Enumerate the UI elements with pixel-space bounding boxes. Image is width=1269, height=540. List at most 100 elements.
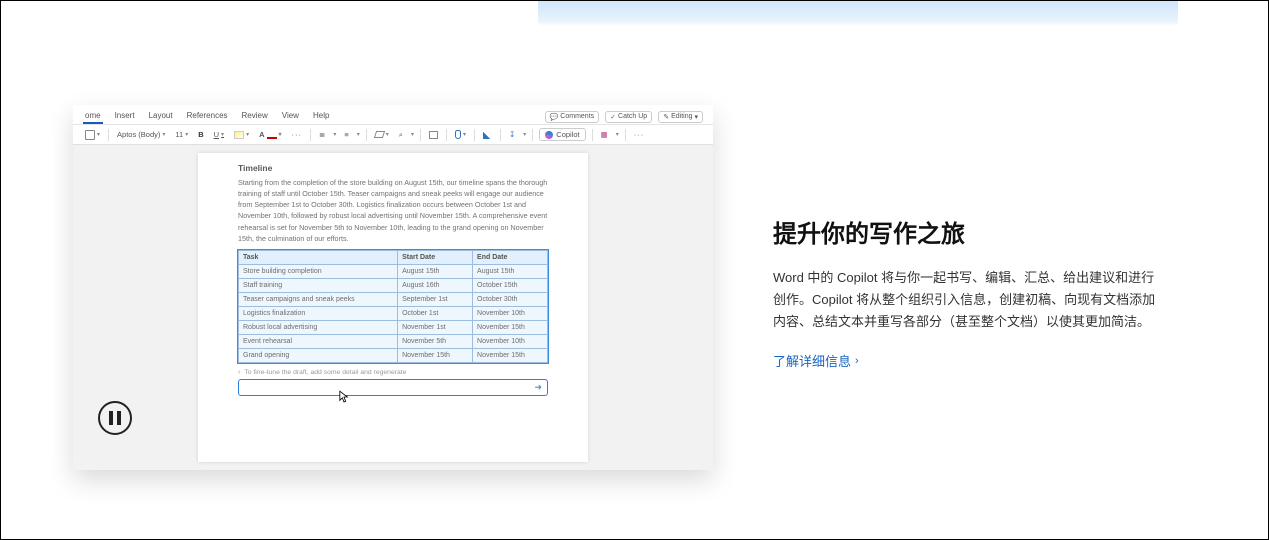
copilot-hint-row: ‹ To fine-tune the draft, add some detai… bbox=[238, 369, 548, 376]
underline-button[interactable]: U▾ bbox=[212, 129, 226, 140]
clear-format-button[interactable]: ▾ bbox=[373, 130, 391, 139]
table-row: Store building completionAugust 15thAugu… bbox=[239, 264, 548, 278]
table-cell: August 16th bbox=[398, 278, 473, 292]
pencil-icon bbox=[663, 113, 669, 121]
back-arrow-icon[interactable]: ‹ bbox=[238, 369, 240, 376]
table-cell: November 1st bbox=[398, 320, 473, 334]
chevron-down-icon: ▾ bbox=[694, 113, 698, 121]
mouse-cursor-icon bbox=[339, 390, 349, 404]
tab-review[interactable]: Review bbox=[240, 109, 270, 124]
pause-bar-icon bbox=[109, 411, 113, 425]
check-icon bbox=[610, 113, 616, 121]
doc-heading: Timeline bbox=[238, 163, 548, 173]
bullets-button[interactable] bbox=[317, 129, 327, 140]
promo-panel: 提升你的写作之旅 Word 中的 Copilot 将与你一起书写、编辑、汇总、给… bbox=[773, 105, 1196, 479]
copilot-button[interactable]: Copilot bbox=[539, 128, 585, 141]
table-cell: October 30th bbox=[473, 292, 548, 306]
align-button[interactable] bbox=[342, 129, 350, 140]
promo-heading: 提升你的写作之旅 bbox=[773, 214, 1166, 249]
table-cell: September 1st bbox=[398, 292, 473, 306]
table-row: Staff trainingAugust 16thOctober 15th bbox=[239, 278, 548, 292]
bold-button[interactable]: B bbox=[196, 129, 205, 140]
chevron-down-icon: ▾ bbox=[386, 131, 389, 138]
table-cell: Event rehearsal bbox=[239, 334, 398, 348]
table-row: Event rehearsalNovember 5thNovember 10th bbox=[239, 334, 548, 348]
pen-button[interactable] bbox=[481, 129, 494, 140]
th-start: Start Date bbox=[398, 250, 473, 264]
font-family-label: Aptos (Body) bbox=[117, 130, 160, 139]
tab-home[interactable]: ome bbox=[83, 109, 103, 124]
font-color-swatch bbox=[267, 137, 277, 139]
table-cell: Grand opening bbox=[239, 348, 398, 362]
chevron-down-icon: ▾ bbox=[221, 131, 224, 138]
find-button[interactable] bbox=[397, 129, 405, 141]
card-button[interactable] bbox=[427, 130, 440, 140]
editing-mode-button[interactable]: Editing▾ bbox=[658, 111, 703, 123]
table-cell: Staff training bbox=[239, 278, 398, 292]
comments-button[interactable]: Comments bbox=[545, 111, 600, 123]
learn-more-label: 了解详细信息 bbox=[773, 351, 851, 370]
font-color-button[interactable]: A▾ bbox=[257, 129, 283, 140]
chevron-right-icon: › bbox=[855, 355, 859, 367]
dictate-button[interactable]: ▾ bbox=[453, 129, 468, 140]
chevron-down-icon: ▾ bbox=[162, 131, 165, 138]
tab-references[interactable]: References bbox=[185, 109, 230, 124]
font-size-select[interactable]: 11▾ bbox=[173, 129, 190, 140]
learn-more-link[interactable]: 了解详细信息 › bbox=[773, 351, 1166, 370]
highlight-button[interactable]: ▾ bbox=[232, 130, 251, 140]
comment-icon bbox=[550, 113, 559, 121]
table-cell: October 1st bbox=[398, 306, 473, 320]
catchup-label: Catch Up bbox=[618, 113, 647, 120]
table-style-button[interactable] bbox=[599, 129, 610, 140]
table-cell: October 15th bbox=[473, 278, 548, 292]
tab-view[interactable]: View bbox=[280, 109, 301, 124]
font-family-select[interactable]: Aptos (Body)▾ bbox=[115, 129, 167, 140]
table-cell: November 15th bbox=[398, 348, 473, 362]
chevron-down-icon: ▾ bbox=[411, 131, 414, 138]
word-menu-bar: ome Insert Layout References Review View… bbox=[73, 105, 713, 125]
table-cell: August 15th bbox=[398, 264, 473, 278]
clipboard-button[interactable]: ▾ bbox=[83, 129, 102, 141]
copilot-hint-text: To fine-tune the draft, add some detail … bbox=[244, 369, 406, 376]
eraser-icon bbox=[374, 131, 385, 138]
word-toolbar: ▾ Aptos (Body)▾ 11▾ B U▾ ▾ A▾ ··· ▾ ▾ ▾ … bbox=[73, 125, 713, 145]
comments-label: Comments bbox=[560, 113, 594, 120]
table-row: Logistics finalizationOctober 1stNovembe… bbox=[239, 306, 548, 320]
video-pause-button[interactable] bbox=[98, 401, 132, 435]
copilot-label: Copilot bbox=[556, 130, 579, 139]
insert-button[interactable] bbox=[507, 129, 517, 140]
hero-gradient-strip bbox=[538, 1, 1178, 26]
chevron-down-icon: ▾ bbox=[97, 131, 100, 138]
highlight-icon bbox=[234, 131, 244, 139]
table-cell: November 15th bbox=[473, 348, 548, 362]
underline-label: U bbox=[214, 130, 219, 139]
clipboard-icon bbox=[85, 130, 95, 140]
tab-insert[interactable]: Insert bbox=[113, 109, 137, 124]
table-cell: Robust local advertising bbox=[239, 320, 398, 334]
table-cell: Store building completion bbox=[239, 264, 398, 278]
card-icon bbox=[429, 131, 438, 139]
chevron-down-icon: ▾ bbox=[185, 131, 188, 138]
timeline-table: Task Start Date End Date Store building … bbox=[238, 250, 548, 363]
document-page: Timeline Starting from the completion of… bbox=[198, 153, 588, 462]
table-row: Grand openingNovember 15thNovember 15th bbox=[239, 348, 548, 362]
tab-help[interactable]: Help bbox=[311, 109, 331, 124]
table-cell: November 5th bbox=[398, 334, 473, 348]
font-color-label: A bbox=[259, 130, 264, 139]
table-cell: August 15th bbox=[473, 264, 548, 278]
catchup-button[interactable]: Catch Up bbox=[605, 111, 652, 123]
overflow-button[interactable]: ··· bbox=[632, 129, 647, 140]
pen-icon bbox=[483, 130, 492, 139]
tab-layout[interactable]: Layout bbox=[147, 109, 175, 124]
chevron-down-icon: ▾ bbox=[616, 131, 619, 138]
font-size-label: 11 bbox=[175, 130, 183, 139]
send-icon[interactable]: ➜ bbox=[534, 382, 542, 393]
mic-icon bbox=[455, 130, 461, 139]
chevron-down-icon: ▾ bbox=[279, 131, 282, 138]
more-font-button[interactable]: ··· bbox=[290, 129, 305, 140]
chevron-down-icon: ▾ bbox=[463, 131, 466, 138]
chevron-down-icon: ▾ bbox=[246, 131, 249, 138]
copilot-prompt-input[interactable]: ➜ bbox=[238, 379, 548, 396]
copilot-icon bbox=[545, 131, 553, 139]
promo-description: Word 中的 Copilot 将与你一起书写、编辑、汇总、给出建议和进行创作。… bbox=[773, 267, 1166, 333]
